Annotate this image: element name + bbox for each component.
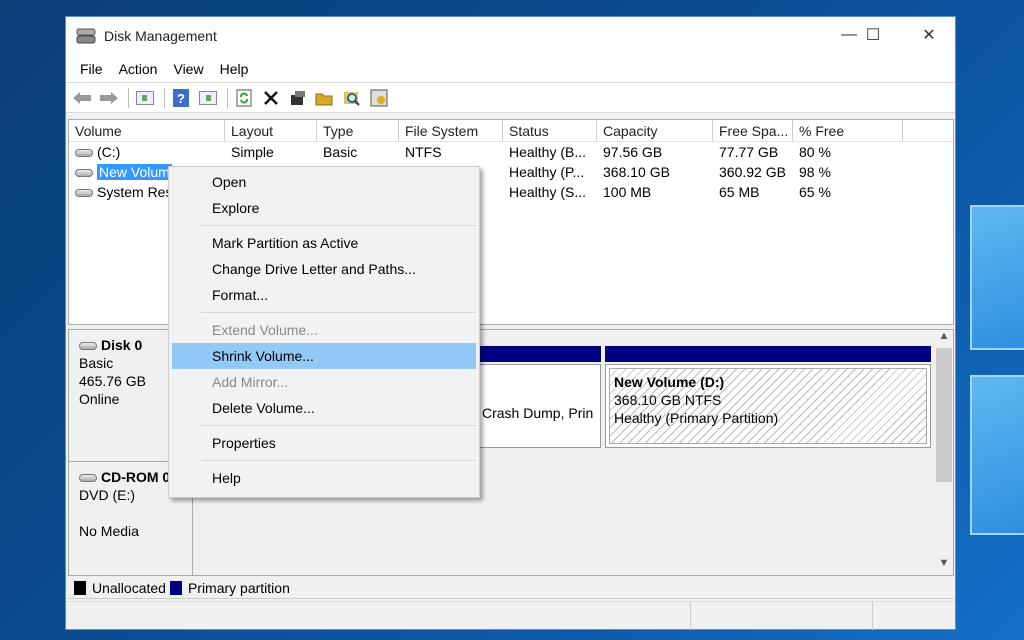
legend-swatch-unallocated [74,580,86,595]
column-header-layout[interactable]: Layout [225,120,317,141]
partition-d-name: New Volume (D:) [614,374,725,390]
legend: Unallocated Primary partition [68,577,954,599]
menu-item-extend-volume: Extend Volume... [212,322,318,338]
volume-name-selected: New Volum [97,164,172,180]
partition-bar-d [605,346,931,362]
column-header-type[interactable]: Type [317,120,399,141]
menu-bar: File Action View Help [66,55,955,83]
toolbar-separator [227,87,228,108]
maximize-button[interactable]: ☐ [850,17,896,53]
partition-c[interactable]: Crash Dump, Prin [477,364,601,448]
console-tree-icon[interactable] [133,87,157,109]
action-pane-icon[interactable] [196,87,220,109]
type-cell: Basic [323,144,358,160]
file-system-cell: NTFS [405,144,442,160]
column-header-capacity[interactable]: Capacity [597,120,713,141]
scroll-down-icon[interactable]: ▼ [935,557,953,575]
status-bar [66,601,955,630]
vertical-scrollbar[interactable]: ▲ ▼ [935,330,953,575]
menu-action[interactable]: Action [111,61,166,77]
menu-separator [201,425,476,426]
partition-d-size: 368.10 GB NTFS [614,392,722,408]
settings-icon[interactable] [367,87,391,109]
explore-icon[interactable] [340,87,364,109]
cdrom-status: No Media [79,523,139,539]
disk-management-icon [76,28,96,44]
close-button[interactable]: ✕ [906,17,952,53]
menu-item-add-mirror: Add Mirror... [212,374,289,390]
partition-c-status: Crash Dump, Prin [482,405,594,421]
properties-icon[interactable] [286,87,310,109]
refresh-icon[interactable] [232,87,256,109]
volume-icon [75,169,93,178]
column-header-status[interactable]: Status [503,120,597,141]
forward-icon[interactable] [97,87,121,109]
cdrom-name: CD-ROM 0 [101,469,171,485]
delete-icon[interactable] [259,87,283,109]
context-menu: Open Explore Mark Partition as Active Chang… [168,166,480,498]
scrollbar-thumb[interactable] [936,348,952,482]
menu-help[interactable]: Help [212,61,257,77]
column-header-free-space[interactable]: Free Spa... [713,120,793,141]
disk-name: Disk 0 [101,337,143,353]
partition-d[interactable]: New Volume (D:) 368.10 GB NTFS Healthy (… [605,364,931,448]
column-header-file-system[interactable]: File System [399,120,503,141]
title-bar: Disk Management — ☐ ✕ [66,17,955,55]
toolbar-separator [164,87,165,108]
volume-name: (C:) [97,144,121,160]
status-cell: Healthy (S... [509,184,587,200]
percent-free-cell: 98 % [799,164,831,180]
toolbar: ? [66,83,955,113]
legend-label-unallocated: Unallocated [92,579,166,596]
menu-separator [201,312,476,313]
help-icon[interactable]: ? [169,87,193,109]
legend-swatch-primary [169,580,182,595]
capacity-cell: 97.56 GB [603,144,663,160]
table-row[interactable]: (C:) Simple Basic NTFS Healthy (B... 97.… [69,142,953,162]
menu-item-delete-volume[interactable]: Delete Volume... [172,395,476,421]
desktop-wallpaper-pane [970,205,1024,350]
window-title: Disk Management [104,28,217,44]
free-space-cell: 360.92 GB [719,164,786,180]
menu-item-format[interactable]: Format... [172,282,476,308]
back-icon[interactable] [70,87,94,109]
volume-icon [75,149,93,158]
menu-file[interactable]: File [72,61,111,77]
status-cell: Healthy (P... [509,164,585,180]
free-space-cell: 77.77 GB [719,144,779,160]
volume-list-header: Volume Layout Type File System Status Ca… [69,120,953,142]
layout-cell: Simple [231,144,274,160]
toolbar-separator [128,87,129,108]
open-icon[interactable] [313,87,337,109]
menu-separator [201,225,476,226]
capacity-cell: 368.10 GB [603,164,670,180]
volume-icon [75,189,93,198]
cdrom-icon [79,474,97,483]
partition-d-status: Healthy (Primary Partition) [614,410,779,426]
scroll-up-icon[interactable]: ▲ [935,330,953,348]
menu-item-shrink-volume[interactable]: Shrink Volume... [172,343,476,369]
column-header-percent-free[interactable]: % Free [793,120,903,141]
menu-item-help[interactable]: Help [172,465,476,491]
menu-separator [201,460,476,461]
percent-free-cell: 80 % [799,144,831,160]
legend-label-primary: Primary partition [187,579,290,596]
desktop-wallpaper-pane [970,375,1024,535]
percent-free-cell: 65 % [799,184,831,200]
menu-view[interactable]: View [165,61,211,77]
svg-text:?: ? [177,91,185,106]
menu-item-mark-partition-as-active[interactable]: Mark Partition as Active [172,230,476,256]
capacity-cell: 100 MB [603,184,652,200]
menu-item-open[interactable]: Open [172,169,476,195]
status-cell: Healthy (B... [509,144,587,160]
free-space-cell: 65 MB [719,184,760,200]
menu-item-properties[interactable]: Properties [172,430,476,456]
menu-item-explore[interactable]: Explore [172,195,476,221]
column-header-volume[interactable]: Volume [69,120,225,141]
menu-item-change-drive-letter-and-paths[interactable]: Change Drive Letter and Paths... [172,256,476,282]
disk-icon [79,342,97,351]
